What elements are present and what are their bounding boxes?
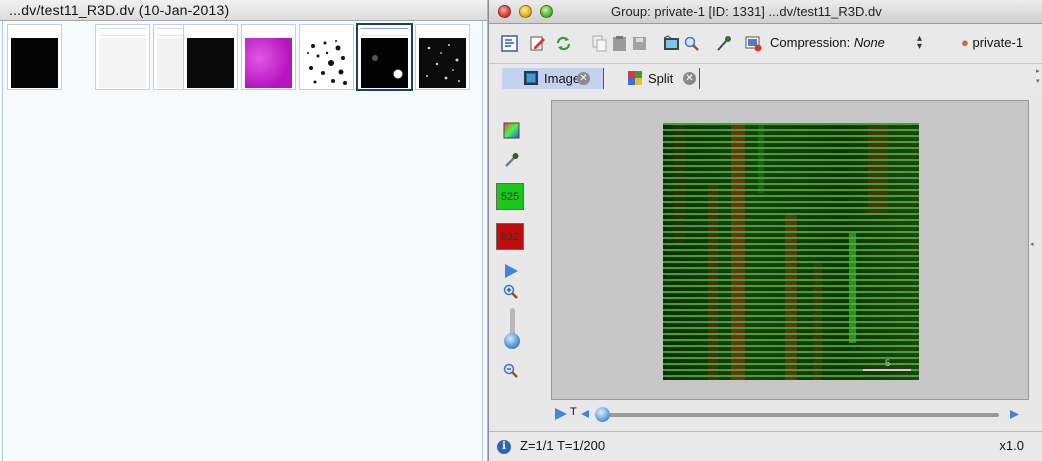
- user-menu[interactable]: ● private-1: [961, 35, 1023, 50]
- image-viewer-window: Group: private-1 [ID: 1331] ...dv/test11…: [488, 0, 1042, 461]
- tab-split-label: Split: [648, 71, 674, 86]
- thumbnail-window-title: ...dv/test11_R3D.dv (10-Jan-2013): [0, 0, 487, 21]
- zoom-out-icon[interactable]: [502, 362, 519, 379]
- thumbnail-grid: [2, 21, 483, 461]
- time-step-forward-icon[interactable]: [1009, 409, 1020, 420]
- color-picker-icon[interactable]: [503, 122, 520, 139]
- merged-channel-image: 5: [663, 123, 919, 380]
- time-slider-track[interactable]: [599, 413, 999, 417]
- thumbnail-4[interactable]: [183, 24, 238, 90]
- dropdown-arrows-icon[interactable]: ▴ ▾: [917, 34, 922, 52]
- play-time-icon[interactable]: [554, 407, 568, 421]
- user-icon: ●: [961, 35, 969, 50]
- save-icon[interactable]: [631, 35, 648, 52]
- tab-scroll-right-icon[interactable]: ▸: [1036, 67, 1042, 75]
- minimize-window-button[interactable]: [519, 5, 532, 18]
- viewer-title: Group: private-1 [ID: 1331] ...dv/test11…: [611, 4, 882, 19]
- zoom-slider-knob[interactable]: [504, 333, 520, 349]
- copy-icon[interactable]: [591, 35, 608, 52]
- compression-selector[interactable]: Compression: None: [770, 35, 885, 50]
- panel-collapse-icon[interactable]: ◂: [1030, 240, 1036, 248]
- refresh-icon[interactable]: [555, 35, 572, 52]
- time-step-back-icon[interactable]: [580, 409, 590, 419]
- thumbnail-7-selected[interactable]: [356, 23, 413, 91]
- metadata-icon[interactable]: [501, 35, 518, 52]
- close-window-button[interactable]: [498, 5, 511, 18]
- time-slider: T: [551, 405, 1031, 423]
- thumbnail-image: [99, 38, 146, 88]
- thumbnail-image: [187, 38, 234, 88]
- thumbnail-image: [245, 38, 292, 88]
- compression-icon: [745, 36, 762, 52]
- zoom-in-icon[interactable]: [502, 283, 519, 300]
- compression-value: None: [853, 35, 885, 50]
- thumbnail-header-lines: [361, 28, 408, 36]
- thumbnail-1[interactable]: [7, 24, 62, 90]
- viewer-toolbar: Compression: None ▴ ▾ ● private-1: [489, 24, 1042, 64]
- thumbnail-image: [303, 38, 350, 88]
- thumbnail-5[interactable]: [241, 24, 296, 90]
- tab-split[interactable]: Split ✕: [628, 68, 700, 89]
- thumbnail-8[interactable]: [415, 24, 470, 90]
- thumbnail-header-lines: [99, 28, 146, 36]
- thumbnail-image: [11, 38, 58, 88]
- time-slider-knob[interactable]: [595, 407, 610, 422]
- user-name: private-1: [972, 35, 1024, 50]
- thumbnail-image: [419, 38, 466, 88]
- movie-icon[interactable]: [663, 35, 680, 52]
- status-position: Z=1/1 T=1/200: [520, 438, 606, 453]
- channel-tools: 525 632: [489, 95, 544, 405]
- tab-image-label: Image: [544, 71, 581, 86]
- status-bar: i Z=1/1 T=1/200 x1.0: [489, 431, 1042, 461]
- channel-632-button[interactable]: 632: [496, 223, 524, 250]
- eyedropper-icon[interactable]: [503, 151, 520, 168]
- scale-bar-label: 5: [885, 358, 890, 368]
- close-tab-icon[interactable]: ✕: [577, 72, 590, 85]
- thumbnail-window: ...dv/test11_R3D.dv (10-Jan-2013): [0, 0, 488, 461]
- microscopy-image[interactable]: 5: [663, 123, 919, 380]
- close-tab-icon[interactable]: ✕: [683, 72, 696, 85]
- tab-scroll-down-icon[interactable]: ▾: [1036, 77, 1042, 85]
- play-icon[interactable]: [503, 263, 519, 279]
- image-canvas[interactable]: 5: [551, 100, 1029, 400]
- tab-image[interactable]: Image ✕: [502, 68, 604, 89]
- thumbnail-image: [361, 38, 408, 88]
- measurement-tool-icon[interactable]: [715, 35, 732, 52]
- zoom-magnifier-icon[interactable]: [683, 35, 700, 52]
- paste-icon[interactable]: [611, 35, 628, 52]
- viewer-titlebar: Group: private-1 [ID: 1331] ...dv/test11…: [489, 0, 1042, 24]
- image-view-area: 525 632 5 ◂: [489, 95, 1036, 431]
- thumbnail-6[interactable]: [299, 24, 354, 90]
- image-tab-icon: [524, 71, 538, 85]
- time-slider-label: T: [570, 406, 577, 418]
- edit-settings-icon[interactable]: [529, 35, 546, 52]
- split-tab-icon: [628, 71, 642, 85]
- zoom-level: x1.0: [999, 438, 1024, 453]
- zoom-window-button[interactable]: [540, 5, 553, 18]
- viewer-tabs: Image ✕ Split ✕ ▸ ▾: [489, 65, 1042, 92]
- thumbnail-2[interactable]: [95, 24, 150, 90]
- compression-label: Compression:: [770, 35, 851, 50]
- channel-525-button[interactable]: 525: [496, 183, 524, 210]
- info-icon[interactable]: i: [497, 440, 511, 454]
